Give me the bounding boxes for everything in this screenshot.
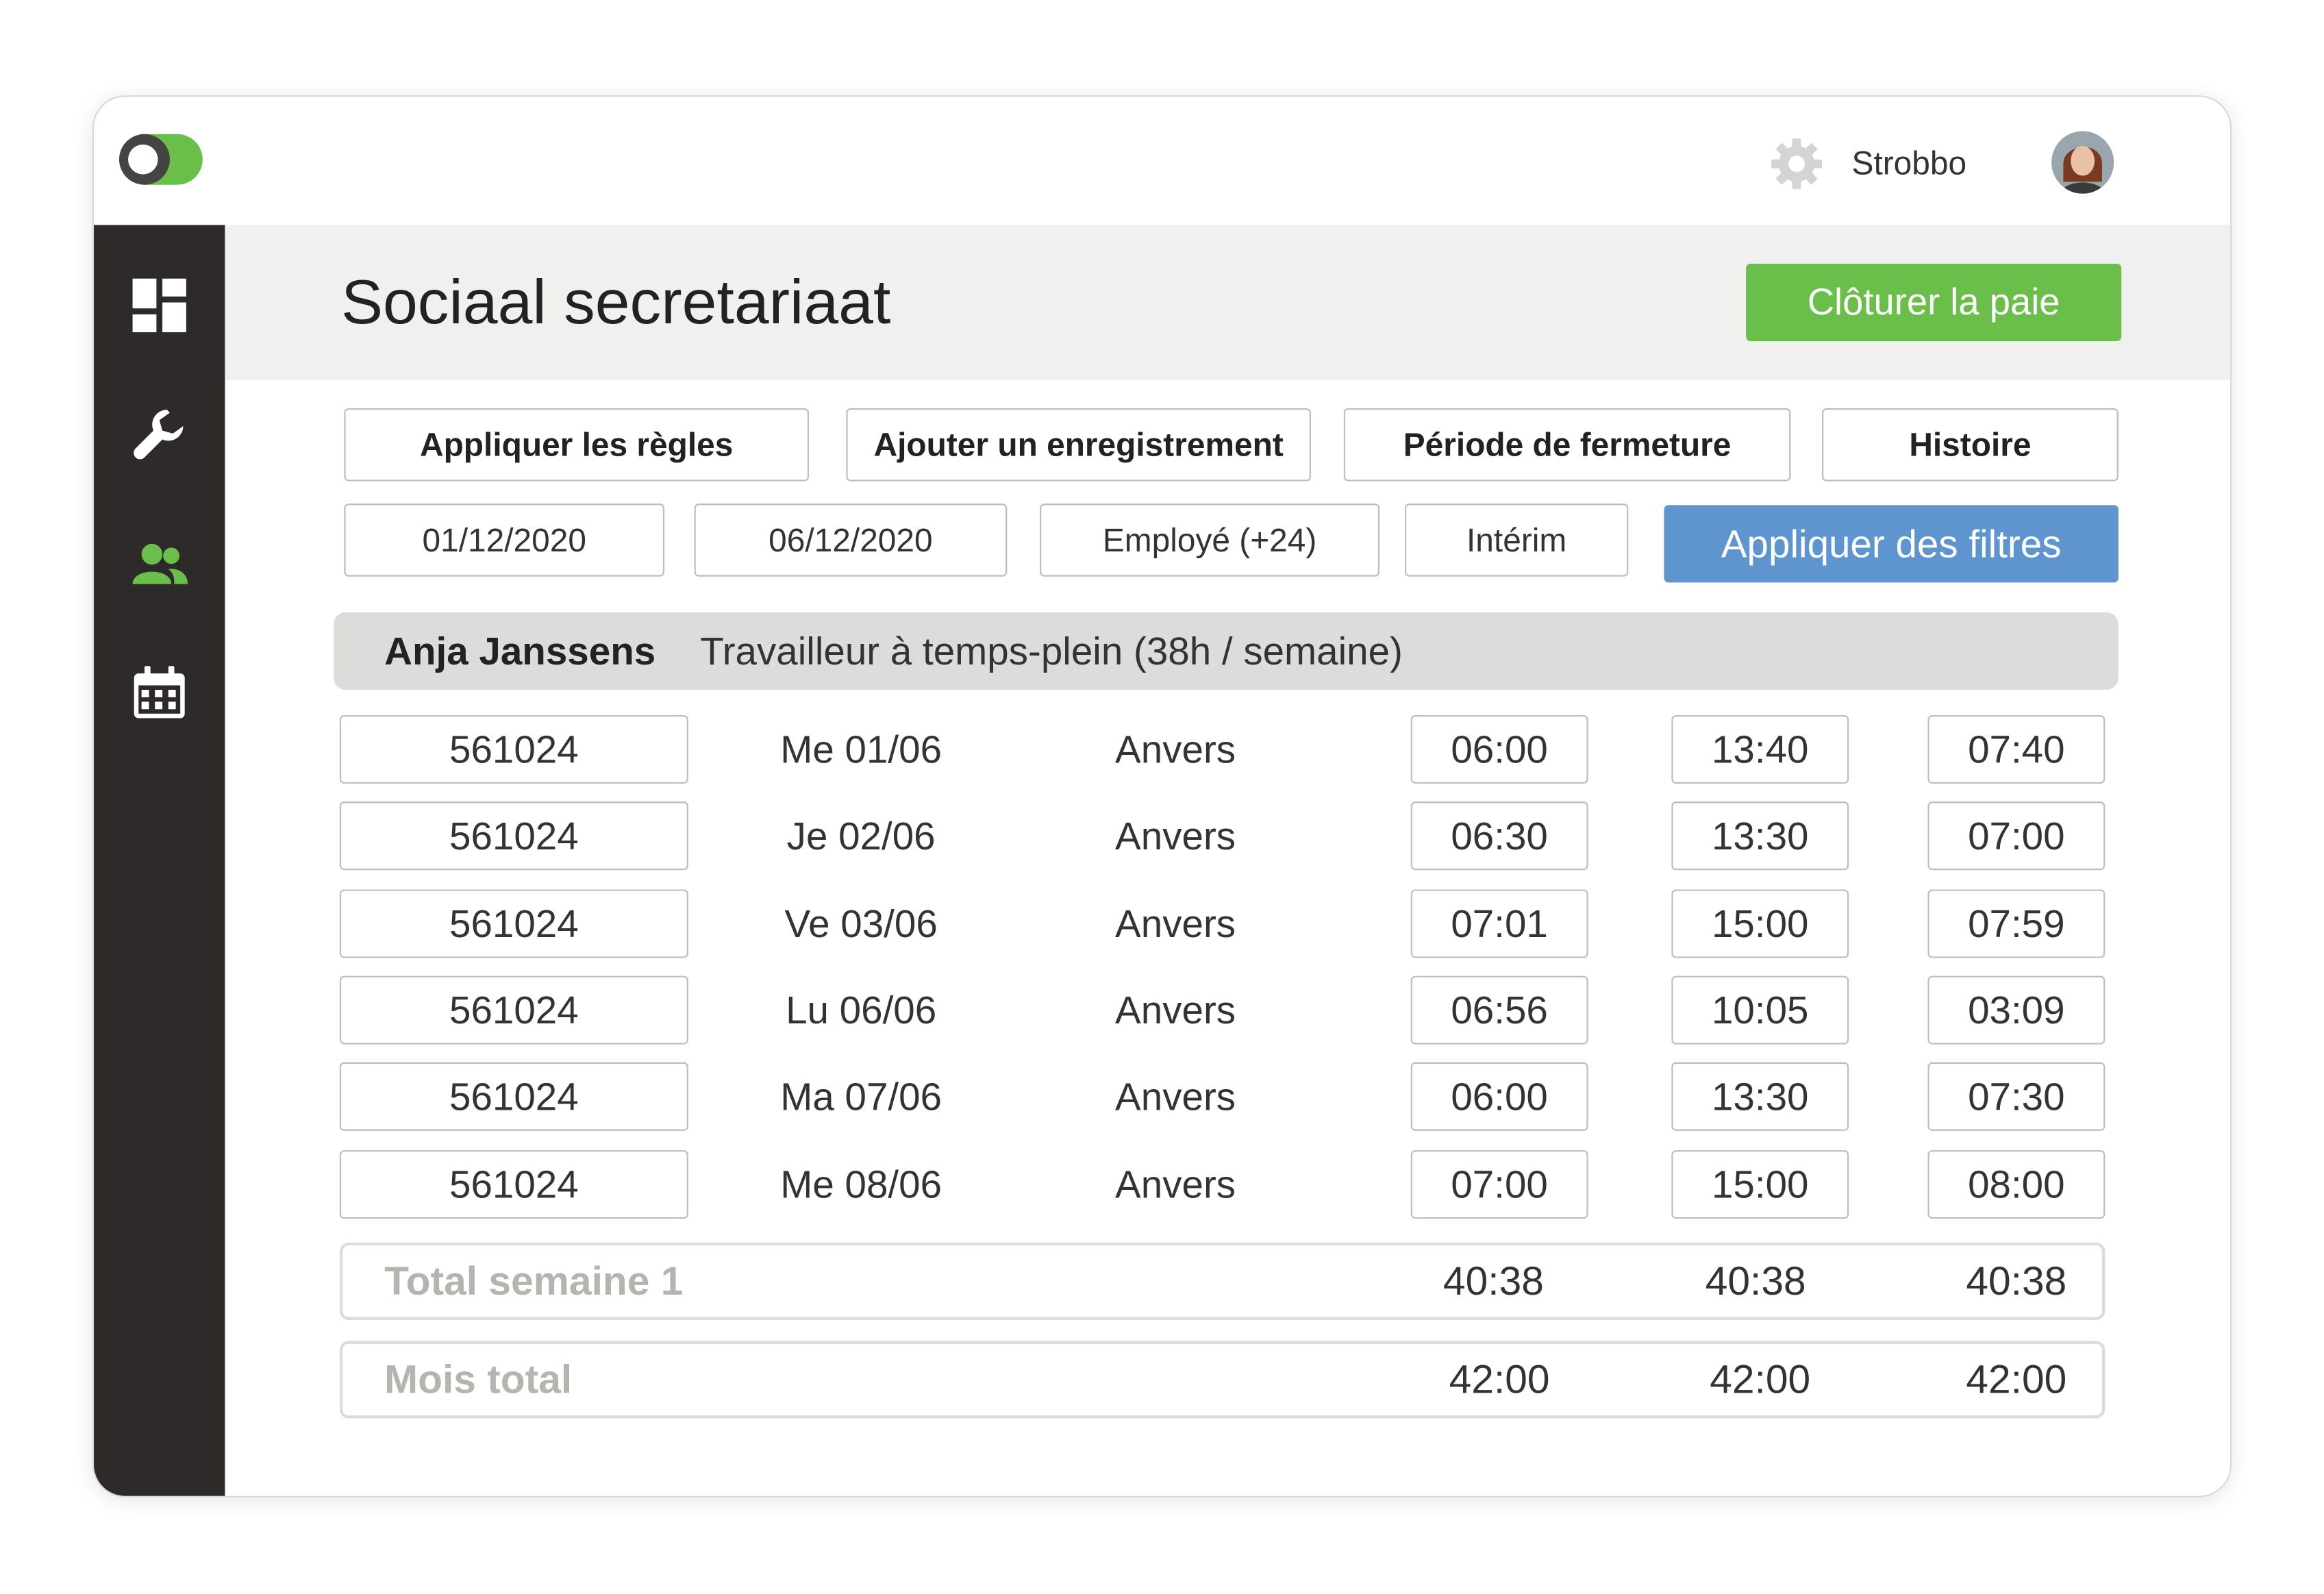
total-label: Total semaine 1	[384, 1258, 684, 1304]
record-location: Anvers	[1115, 1074, 1236, 1119]
toggle-knob	[128, 144, 158, 175]
dashboard-icon[interactable]	[129, 275, 189, 335]
record-location: Anvers	[1115, 727, 1236, 772]
apply-rules-button[interactable]: Appliquer les règles	[344, 408, 810, 482]
history-button[interactable]: Histoire	[1822, 408, 2119, 482]
table-row: 561024 Me 08/06 Anvers 07:00 15:00 08:00	[94, 1150, 2230, 1219]
table-row: 561024 Ma 07/06 Anvers 06:00 13:30 07:30	[94, 1062, 2230, 1131]
monthly-total-row: Mois total 42:00 42:00 42:00	[339, 1341, 2106, 1419]
start-time-field[interactable]: 06:56	[1410, 975, 1588, 1045]
record-code-field[interactable]: 561024	[339, 1062, 688, 1131]
start-time-field[interactable]: 06:30	[1410, 801, 1588, 871]
duration-field[interactable]: 03:09	[1927, 975, 2106, 1045]
end-time-field[interactable]: 15:00	[1671, 1150, 1849, 1219]
start-time-field[interactable]: 07:00	[1410, 1150, 1588, 1219]
table-row: 561024 Lu 06/06 Anvers 06:56 10:05 03:09	[94, 975, 2230, 1045]
record-date: Ve 03/06	[784, 901, 938, 947]
date-to-field[interactable]: 06/12/2020	[694, 503, 1008, 577]
contract-filter[interactable]: Intérim	[1405, 503, 1629, 577]
closing-period-button[interactable]: Période de fermeture	[1343, 408, 1791, 482]
duration-field[interactable]: 07:00	[1927, 801, 2106, 871]
calendar-icon[interactable]	[129, 663, 189, 723]
page-title: Sociaal secretariaat	[341, 266, 891, 337]
total-label: Mois total	[384, 1357, 573, 1402]
total-value: 40:38	[1705, 1258, 1806, 1304]
theme-toggle[interactable]	[119, 134, 203, 185]
total-value: 42:00	[1966, 1357, 2067, 1402]
page-header: Sociaal secretariaat Clôturer la paie	[225, 225, 2230, 380]
start-time-field[interactable]: 07:01	[1410, 889, 1588, 958]
close-payroll-button[interactable]: Clôturer la paie	[1746, 263, 2122, 342]
record-code-field[interactable]: 561024	[339, 889, 688, 958]
record-code-field[interactable]: 561024	[339, 715, 688, 784]
duration-field[interactable]: 08:00	[1927, 1150, 2106, 1219]
employee-header: Anja Janssens Travailleur à temps-plein …	[334, 612, 2119, 690]
record-date: Me 01/06	[780, 727, 942, 772]
record-location: Anvers	[1115, 901, 1236, 947]
table-row: 561024 Me 01/06 Anvers 06:00 13:40 07:40	[94, 715, 2230, 784]
users-icon[interactable]	[129, 535, 189, 595]
total-value: 42:00	[1449, 1357, 1550, 1402]
total-value: 40:38	[1442, 1258, 1544, 1304]
end-time-field[interactable]: 15:00	[1671, 889, 1849, 958]
duration-field[interactable]: 07:59	[1927, 889, 2106, 958]
table-row: 561024 Je 02/06 Anvers 06:30 13:30 07:00	[94, 801, 2230, 871]
end-time-field[interactable]: 13:30	[1671, 801, 1849, 871]
app-window: Strobbo Sociaal secretariaat Clôturer la…	[92, 95, 2232, 1497]
employee-contract: Travailleur à temps-plein (38h / semaine…	[700, 628, 1403, 674]
start-time-field[interactable]: 06:00	[1410, 1062, 1588, 1131]
total-value: 40:38	[1966, 1258, 2067, 1304]
employee-name: Anja Janssens	[384, 628, 656, 674]
date-from-field[interactable]: 01/12/2020	[344, 503, 665, 577]
record-date: Me 08/06	[780, 1162, 942, 1207]
record-code-field[interactable]: 561024	[339, 1150, 688, 1219]
record-date: Je 02/06	[786, 813, 936, 858]
weekly-total-row: Total semaine 1 40:38 40:38 40:38	[339, 1242, 2106, 1321]
wrench-icon[interactable]	[129, 406, 189, 465]
employee-filter[interactable]: Employé (+24)	[1040, 503, 1380, 577]
duration-field[interactable]: 07:30	[1927, 1062, 2106, 1131]
record-location: Anvers	[1115, 1162, 1236, 1207]
gear-icon[interactable]	[1769, 136, 1825, 192]
record-date: Ma 07/06	[780, 1074, 942, 1119]
total-value: 42:00	[1710, 1357, 1811, 1402]
apply-filters-button[interactable]: Appliquer des filtres	[1664, 505, 2119, 583]
table-row: 561024 Ve 03/06 Anvers 07:01 15:00 07:59	[94, 889, 2230, 958]
end-time-field[interactable]: 13:30	[1671, 1062, 1849, 1131]
end-time-field[interactable]: 13:40	[1671, 715, 1849, 784]
start-time-field[interactable]: 06:00	[1410, 715, 1588, 784]
record-date: Lu 06/06	[786, 988, 937, 1033]
record-code-field[interactable]: 561024	[339, 975, 688, 1045]
record-location: Anvers	[1115, 988, 1236, 1033]
avatar[interactable]	[2051, 131, 2114, 194]
duration-field[interactable]: 07:40	[1927, 715, 2106, 784]
username[interactable]: Strobbo	[1852, 142, 2016, 186]
record-code-field[interactable]: 561024	[339, 801, 688, 871]
add-record-button[interactable]: Ajouter un enregistrement	[846, 408, 1311, 482]
record-location: Anvers	[1115, 813, 1236, 858]
end-time-field[interactable]: 10:05	[1671, 975, 1849, 1045]
